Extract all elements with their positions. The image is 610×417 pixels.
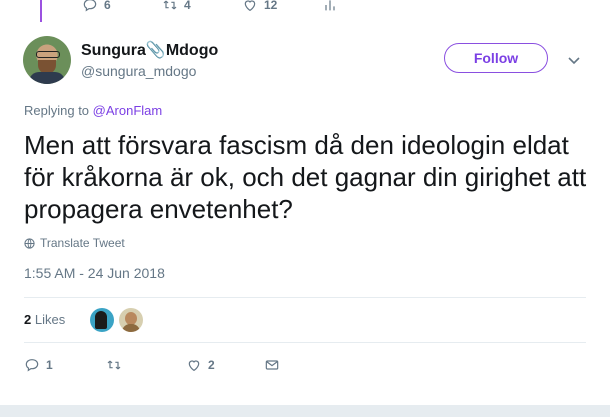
reply-count: 6 — [104, 0, 111, 12]
author-display-name[interactable]: Sungura📎Mdogo — [81, 40, 218, 60]
divider — [24, 297, 586, 298]
retweet-action[interactable]: 4 — [162, 0, 191, 13]
retweet-count: 4 — [184, 0, 191, 12]
likes-label: Likes — [31, 312, 66, 327]
retweet-icon — [107, 360, 121, 370]
retweet-action[interactable] — [106, 357, 122, 373]
follow-button[interactable]: Follow — [444, 43, 548, 73]
thread-connector-line — [40, 0, 42, 22]
reply-action[interactable]: 6 — [82, 0, 111, 13]
timeline-separator — [0, 405, 610, 417]
liker-avatar[interactable] — [119, 308, 143, 332]
likes-count-link[interactable]: 2 Likes — [24, 312, 65, 327]
like-action[interactable]: 12 — [242, 0, 277, 13]
author-handle[interactable]: @sungura_mdogo — [81, 63, 196, 79]
tweet-timestamp[interactable]: 1:55 AM - 24 Jun 2018 — [24, 265, 165, 281]
envelope-icon — [265, 360, 279, 370]
replying-to-user-link[interactable]: @AronFlam — [93, 103, 163, 118]
divider — [24, 342, 586, 343]
retweet-icon — [163, 0, 177, 10]
heart-icon — [244, 0, 256, 12]
avatar[interactable] — [23, 36, 71, 84]
reply-icon — [25, 359, 39, 372]
replying-to-prefix: Replying to — [24, 103, 93, 118]
heart-icon — [188, 360, 200, 372]
liker-avatar[interactable] — [90, 308, 114, 332]
reply-action[interactable]: 1 — [24, 357, 53, 373]
reply-icon — [83, 0, 97, 12]
like-action[interactable]: 2 — [186, 357, 215, 373]
globe-icon — [24, 237, 35, 249]
direct-message-action[interactable] — [264, 357, 280, 373]
like-count: 12 — [264, 0, 278, 12]
like-count: 2 — [208, 358, 215, 372]
translate-tweet-link[interactable]: Translate Tweet — [24, 236, 125, 250]
reply-count: 1 — [46, 358, 53, 372]
replying-to: Replying to @AronFlam — [24, 103, 162, 118]
analytics-action[interactable] — [322, 0, 338, 13]
tweet-text: Men att försvara fascism då den ideologi… — [24, 130, 587, 224]
translate-label: Translate Tweet — [40, 236, 125, 250]
analytics-icon — [325, 0, 335, 11]
chevron-down-icon[interactable] — [566, 52, 582, 68]
